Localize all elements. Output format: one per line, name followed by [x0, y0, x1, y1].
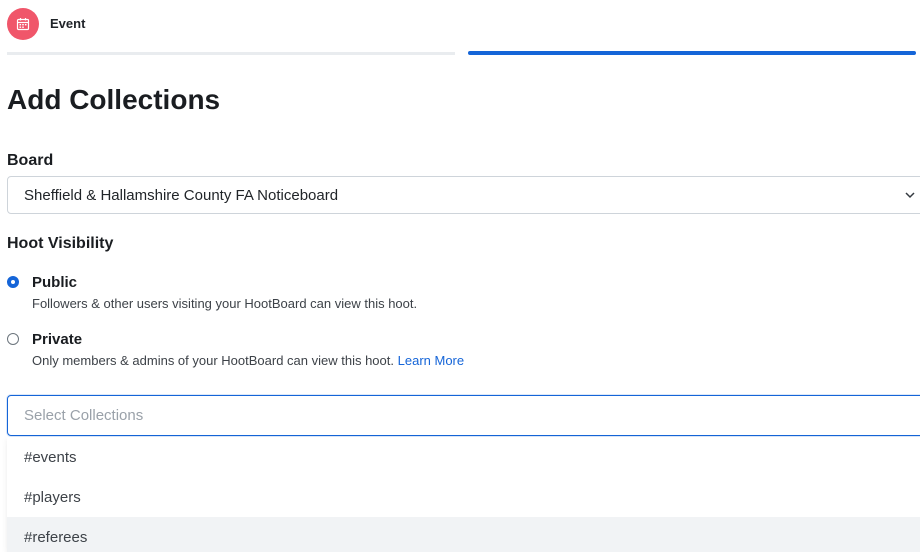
board-label: Board	[7, 152, 54, 169]
collection-option-referees[interactable]: #referees	[7, 517, 920, 552]
board-select-value: Sheffield & Hallamshire County FA Notice…	[24, 186, 339, 204]
page-title: Add Collections	[7, 84, 221, 115]
learn-more-link[interactable]: Learn More	[398, 353, 464, 368]
public-radio[interactable]	[7, 276, 19, 288]
hoot-visibility-label: Hoot Visibility	[7, 235, 114, 252]
private-description: Only members & admins of your HootBoard …	[32, 353, 464, 368]
collection-option-players[interactable]: #players	[7, 477, 920, 517]
private-radio[interactable]	[7, 333, 19, 345]
private-title: Private	[32, 331, 83, 348]
progress-step-1	[7, 52, 455, 55]
collections-dropdown: #events #players #referees	[7, 437, 920, 552]
public-description: Followers & other users visiting your Ho…	[32, 296, 418, 311]
collections-input[interactable]	[7, 395, 920, 436]
progress-step-2-active	[468, 51, 916, 55]
board-select[interactable]: Sheffield & Hallamshire County FA Notice…	[7, 176, 920, 214]
collection-option-events[interactable]: #events	[7, 437, 920, 477]
private-description-text: Only members & admins of your HootBoard …	[32, 353, 394, 368]
calendar-icon	[7, 8, 39, 40]
public-title: Public	[32, 274, 78, 291]
add-collections-page: Event Add Collections Board Sheffield & …	[0, 0, 920, 552]
chevron-down-icon[interactable]	[904, 189, 916, 201]
step-label: Event	[50, 16, 86, 31]
